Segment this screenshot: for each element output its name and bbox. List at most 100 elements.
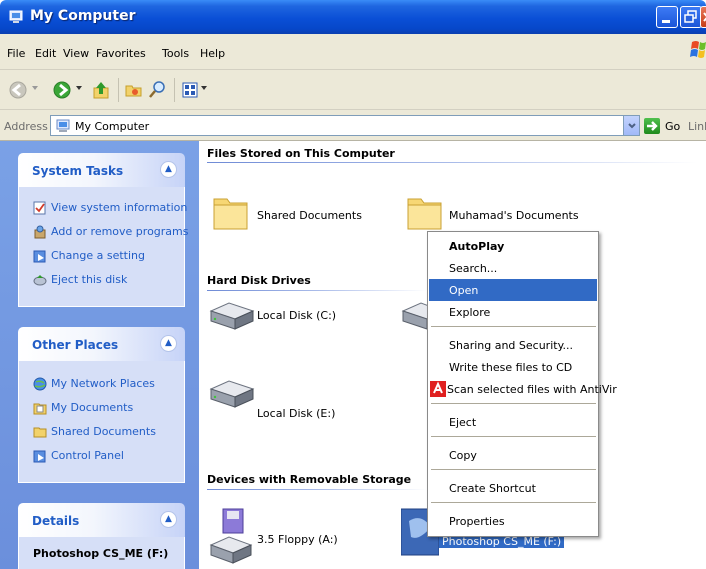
my-computer-icon (56, 119, 70, 132)
my-computer-icon (9, 10, 23, 23)
menu-write-cd-label: Write these files to CD (449, 361, 573, 374)
view-system-info-link[interactable]: View system information (51, 201, 187, 214)
change-setting-link[interactable]: Change a setting (51, 249, 145, 262)
menu-bar: File Edit View Favorites Tools Help (0, 34, 706, 70)
up-folder-icon[interactable] (92, 80, 112, 100)
context-menu: AutoPlay Search... Open Explore Sharing … (427, 231, 617, 537)
forward-dropdown-icon[interactable] (76, 86, 82, 90)
title-bar[interactable]: My Computer (0, 0, 706, 34)
address-input[interactable]: My Computer (50, 115, 640, 136)
go-arrow-icon (647, 121, 658, 131)
menu-separator (431, 436, 596, 437)
window-title: My Computer (30, 8, 136, 24)
group-divider (207, 290, 427, 291)
details-header[interactable]: Details ▲ (18, 503, 185, 537)
my-documents-icon (33, 403, 47, 415)
system-info-icon (33, 201, 46, 215)
antivir-icon (430, 381, 446, 397)
menu-explore[interactable]: Explore (429, 301, 597, 323)
hard-disk-icon[interactable] (207, 375, 255, 415)
system-tasks-panel: System Tasks ▲ View system information A… (18, 153, 189, 307)
control-panel-link[interactable]: Control Panel (51, 449, 124, 462)
menu-autoplay[interactable]: AutoPlay (429, 235, 597, 257)
back-dropdown-icon[interactable] (32, 86, 38, 90)
windows-logo-icon (690, 41, 706, 58)
menu-separator (431, 469, 596, 470)
menu-create-shortcut[interactable]: Create Shortcut (429, 477, 597, 499)
close-button[interactable] (700, 6, 706, 28)
menu-properties[interactable]: Properties (429, 510, 597, 532)
menu-view[interactable]: View (63, 47, 89, 60)
views-icon[interactable] (182, 80, 200, 100)
muhamads-documents-item[interactable]: Muhamad's Documents (449, 209, 579, 222)
menu-copy[interactable]: Copy (429, 444, 597, 466)
my-documents-link[interactable]: My Documents (51, 401, 133, 414)
forward-icon[interactable] (52, 80, 72, 100)
address-bar: Address My Computer Go (0, 110, 706, 141)
folder-icon[interactable] (405, 191, 445, 233)
add-remove-programs-icon (34, 225, 46, 239)
minimize-icon (662, 20, 670, 23)
group-removable: Devices with Removable Storage (207, 473, 412, 486)
menu-edit[interactable]: Edit (35, 47, 56, 60)
collapse-icon[interactable]: ▲ (160, 161, 177, 178)
collapse-icon[interactable]: ▲ (160, 335, 177, 352)
floppy-drive-item[interactable]: 3.5 Floppy (A:) (257, 533, 338, 546)
add-remove-programs-link[interactable]: Add or remove programs (51, 225, 189, 238)
group-hard-disks: Hard Disk Drives (207, 274, 311, 287)
local-disk-c-item[interactable]: Local Disk (C:) (257, 309, 336, 322)
local-disk-e-item[interactable]: Local Disk (E:) (257, 407, 335, 420)
eject-disk-link[interactable]: Eject this disk (51, 273, 127, 286)
system-tasks-header[interactable]: System Tasks ▲ (18, 153, 185, 187)
views-dropdown-icon[interactable] (201, 86, 207, 90)
other-places-panel: Other Places ▲ My Network Places My Docu… (18, 327, 185, 483)
details-title: Details (32, 514, 80, 528)
go-label[interactable]: Go (665, 120, 680, 133)
go-button[interactable] (644, 118, 660, 134)
shared-folder-icon (33, 427, 47, 438)
details-drive-name: Photoshop CS_ME (F:) (33, 547, 169, 560)
restore-icon (684, 10, 697, 23)
other-places-header[interactable]: Other Places ▲ (18, 327, 185, 361)
menu-help[interactable]: Help (200, 47, 225, 60)
group-divider (207, 162, 697, 163)
menu-explore-label: Explore (449, 306, 491, 319)
menu-favorites[interactable]: Favorites (96, 47, 146, 60)
menu-file[interactable]: File (7, 47, 25, 60)
hard-disk-icon[interactable] (399, 297, 429, 337)
links-label[interactable]: Links (688, 120, 706, 133)
menu-eject[interactable]: Eject (429, 411, 597, 433)
group-files-stored: Files Stored on This Computer (207, 147, 395, 160)
collapse-icon[interactable]: ▲ (160, 511, 177, 528)
toolbar-separator (174, 78, 175, 102)
menu-search[interactable]: Search... (429, 257, 597, 279)
menu-sharing-label: Sharing and Security... (449, 339, 574, 352)
maximize-button[interactable] (680, 6, 702, 28)
menu-properties-label: Properties (449, 515, 505, 528)
other-places-body: My Network Places My Documents Shared Do… (18, 361, 185, 483)
address-value: My Computer (75, 120, 150, 133)
floppy-drive-icon[interactable] (207, 507, 253, 565)
menu-tools[interactable]: Tools (162, 47, 189, 60)
control-panel-icon (33, 450, 46, 463)
system-tasks-title: System Tasks (32, 164, 124, 178)
toolbar-separator (118, 78, 119, 102)
back-icon[interactable] (8, 80, 28, 100)
menu-scan-label: Scan selected files with AntiVir (447, 383, 617, 396)
address-dropdown-button[interactable] (623, 116, 639, 135)
my-network-places-link[interactable]: My Network Places (51, 377, 155, 390)
search-icon[interactable] (148, 80, 168, 100)
folders-icon[interactable] (124, 80, 144, 100)
hard-disk-icon[interactable] (207, 297, 255, 337)
menu-scan-antivir[interactable]: Scan selected files with AntiVir (429, 378, 617, 400)
menu-copy-label: Copy (449, 449, 477, 462)
menu-autoplay-label: AutoPlay (449, 240, 505, 253)
menu-separator (431, 502, 596, 503)
minimize-button[interactable] (656, 6, 678, 28)
shared-documents-item[interactable]: Shared Documents (257, 209, 362, 222)
menu-open[interactable]: Open (429, 279, 597, 301)
folder-icon[interactable] (211, 191, 251, 233)
menu-sharing-security[interactable]: Sharing and Security... (429, 334, 597, 356)
shared-documents-link[interactable]: Shared Documents (51, 425, 156, 438)
menu-write-cd[interactable]: Write these files to CD (429, 356, 597, 378)
